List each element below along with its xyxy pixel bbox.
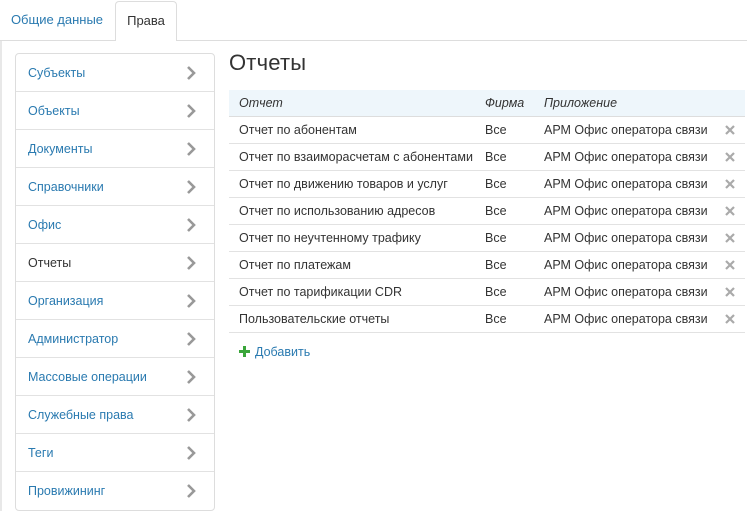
tab-general[interactable]: Общие данные <box>0 0 114 41</box>
chevron-right-icon <box>187 180 196 194</box>
reports-table: Отчет Фирма Приложение Отчет по абонента… <box>229 90 745 333</box>
chevron-right-icon <box>187 256 196 270</box>
table-row: Отчет по платежам Все АРМ Офис оператора с… <box>229 252 745 279</box>
cell-app: АРМ Офис оператора связи <box>544 285 708 299</box>
plus-icon <box>239 346 250 357</box>
cell-app: АРМ Офис оператора связи <box>544 123 708 137</box>
cell-report: Пользовательские отчеты <box>239 312 390 326</box>
cell-report: Отчет по взаиморасчетам с абонентами <box>239 150 473 164</box>
tab-bar: Общие данные Права <box>0 0 747 42</box>
sidebar-item[interactable]: Офис <box>16 206 214 244</box>
cell-report: Отчет по тарификации CDR <box>239 285 403 299</box>
table-row: Отчет по движению товаров и услуг Все АРМ … <box>229 171 745 198</box>
cell-app: АРМ Офис оператора связи <box>544 204 708 218</box>
add-label: Добавить <box>255 345 311 359</box>
chevron-right-icon <box>187 218 196 232</box>
cell-app: АРМ Офис оператора связи <box>544 231 708 245</box>
table-row: Отчет по неучтенному трафику Все АРМ Офис … <box>229 225 745 252</box>
cell-firm: Все <box>485 123 507 137</box>
chevron-right-icon <box>187 408 196 422</box>
sidebar-item-label: Отчеты <box>28 256 72 270</box>
table-header: Отчет Фирма Приложение <box>229 90 745 117</box>
sidebar-item[interactable]: Отчеты <box>16 244 214 282</box>
sidebar-item-label: Объекты <box>28 104 80 118</box>
cell-report: Отчет по неучтенному трафику <box>239 231 421 245</box>
cell-report: Отчет по платежам <box>239 258 351 272</box>
cell-app: АРМ Офис оператора связи <box>544 177 708 191</box>
close-icon[interactable] <box>725 314 735 324</box>
table-body: Отчет по абонентам Все АРМ Офис оператора … <box>229 117 745 333</box>
sidebar-item-label: Справочники <box>28 180 104 194</box>
chevron-right-icon <box>187 332 196 346</box>
chevron-right-icon <box>187 66 196 80</box>
cell-firm: Все <box>485 231 507 245</box>
chevron-right-icon <box>187 142 196 156</box>
sidebar-item-label: Организация <box>28 294 104 308</box>
sidebar-item[interactable]: Субъекты <box>16 54 214 92</box>
sidebar: Субъекты Объекты Документы Справочники Офис О… <box>15 53 215 511</box>
chevron-right-icon <box>187 370 196 384</box>
table-row: Отчет по абонентам Все АРМ Офис оператора … <box>229 117 745 144</box>
table-row: Пользовательские отчеты Все АРМ Офис опера… <box>229 306 745 333</box>
sidebar-item-label: Субъекты <box>28 66 86 80</box>
cell-firm: Все <box>485 312 507 326</box>
tab-rights[interactable]: Права <box>115 1 177 42</box>
table-row: Отчет по тарификации CDR Все АРМ Офис опер… <box>229 279 745 306</box>
cell-report: Отчет по использованию адресов <box>239 204 436 218</box>
close-icon[interactable] <box>725 206 735 216</box>
cell-firm: Все <box>485 285 507 299</box>
column-header-app: Приложение <box>544 96 618 110</box>
sidebar-item[interactable]: Администратор <box>16 320 214 358</box>
page-title: Отчеты <box>229 50 307 75</box>
sidebar-item-label: Провижининг <box>28 484 106 498</box>
close-icon[interactable] <box>725 152 735 162</box>
sidebar-item-label: Документы <box>28 142 93 156</box>
table-row: Отчет по взаиморасчетам с абонентами Все А… <box>229 144 745 171</box>
close-icon[interactable] <box>725 125 735 135</box>
close-icon[interactable] <box>725 287 735 297</box>
table-row: Отчет по использованию адресов Все АРМ Офи… <box>229 198 745 225</box>
close-icon[interactable] <box>725 260 735 270</box>
sidebar-item[interactable]: Теги <box>16 434 214 472</box>
chevron-right-icon <box>187 294 196 308</box>
close-icon[interactable] <box>725 233 735 243</box>
chevron-right-icon <box>187 484 196 498</box>
sidebar-item[interactable]: Служебные права <box>16 396 214 434</box>
chevron-right-icon <box>187 104 196 118</box>
close-icon[interactable] <box>725 179 735 189</box>
cell-firm: Все <box>485 204 507 218</box>
column-header-firm: Фирма <box>485 96 525 110</box>
sidebar-item[interactable]: Объекты <box>16 92 214 130</box>
cell-report: Отчет по движению товаров и услуг <box>239 177 448 191</box>
chevron-right-icon <box>187 446 196 460</box>
cell-firm: Все <box>485 258 507 272</box>
sidebar-item[interactable]: Документы <box>16 130 214 168</box>
sidebar-item-label: Администратор <box>28 332 119 346</box>
sidebar-item-label: Массовые операции <box>28 370 147 384</box>
column-header-report: Отчет <box>239 96 283 110</box>
cell-app: АРМ Офис оператора связи <box>544 312 708 326</box>
sidebar-item[interactable]: Массовые операции <box>16 358 214 396</box>
cell-report: Отчет по абонентам <box>239 123 357 137</box>
sidebar-item[interactable]: Справочники <box>16 168 214 206</box>
sidebar-item[interactable]: Провижининг <box>16 472 214 510</box>
sidebar-item-label: Офис <box>28 218 62 232</box>
sidebar-item-label: Служебные права <box>28 408 134 422</box>
cell-app: АРМ Офис оператора связи <box>544 150 708 164</box>
cell-app: АРМ Офис оператора связи <box>544 258 708 272</box>
sidebar-item-label: Теги <box>28 446 54 460</box>
cell-firm: Все <box>485 177 507 191</box>
cell-firm: Все <box>485 150 507 164</box>
sidebar-item[interactable]: Организация <box>16 282 214 320</box>
